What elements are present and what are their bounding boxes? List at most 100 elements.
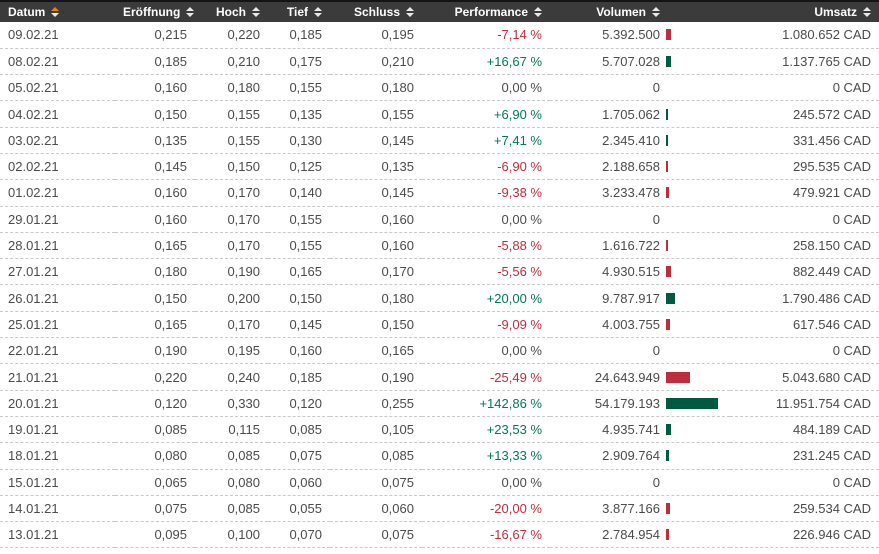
cell-hoch: 0,085 [195,443,268,469]
volume-bar [666,29,671,40]
column-header-schluss[interactable]: Schluss [330,1,422,22]
cell-umsatz: 484.189 CAD [730,416,879,442]
cell-performance: -5,56 % [422,259,550,285]
column-header-umsatz[interactable]: Umsatz [730,1,879,22]
column-header-volumen[interactable]: Volumen [550,1,730,22]
cell-volumen: 3.877.166 [550,495,730,521]
table-row: 21.01.21 0,220 0,240 0,185 0,190 -25,49 … [0,364,879,390]
volume-bar-track [666,109,722,120]
cell-umsatz: 0 CAD [730,206,879,232]
volume-bar-track [666,187,722,198]
cell-hoch: 0,330 [195,390,268,416]
cell-eroeffnung: 0,185 [115,48,195,74]
volume-bar-track [666,214,722,225]
cell-schluss: 0,060 [330,495,422,521]
cell-eroeffnung: 0,145 [115,153,195,179]
cell-tief: 0,085 [268,416,330,442]
volume-bar-track [666,266,722,277]
column-header-label: Datum [8,5,45,19]
volume-bar [666,450,669,461]
cell-tief: 0,120 [268,390,330,416]
volume-bar [666,161,668,172]
table-row: 13.01.21 0,095 0,100 0,070 0,075 -16,67 … [0,522,879,548]
volume-value: 5.392.500 [558,27,660,42]
cell-tief: 0,155 [268,206,330,232]
table-row: 01.02.21 0,160 0,170 0,140 0,145 -9,38 %… [0,180,879,206]
column-header-eroeffnung[interactable]: Eröffnung [115,1,195,22]
volume-value: 2.784.954 [558,527,660,542]
cell-hoch: 0,220 [195,22,268,48]
volume-value: 0 [558,80,660,95]
volume-bar [666,109,668,120]
cell-datum: 18.01.21 [0,443,115,469]
volume-value: 9.787.917 [558,291,660,306]
cell-hoch: 0,190 [195,259,268,285]
cell-schluss: 0,145 [330,180,422,206]
volume-bar-track [666,503,722,514]
cell-volumen: 0 [550,206,730,232]
cell-performance: +23,53 % [422,416,550,442]
cell-performance: -20,00 % [422,495,550,521]
volume-bar [666,293,675,304]
volume-value: 0 [558,343,660,358]
volume-bar-track [666,293,722,304]
cell-volumen: 5.707.028 [550,48,730,74]
cell-tief: 0,130 [268,127,330,153]
volume-bar-track [666,450,722,461]
cell-performance: +7,41 % [422,127,550,153]
cell-performance: 0,00 % [422,469,550,495]
sort-icon [314,7,322,17]
volume-value: 3.233.478 [558,185,660,200]
cell-performance: -16,67 % [422,522,550,548]
column-header-tief[interactable]: Tief [268,1,330,22]
cell-hoch: 0,100 [195,522,268,548]
column-header-label: Umsatz [814,5,857,19]
cell-datum: 29.01.21 [0,206,115,232]
cell-schluss: 0,190 [330,364,422,390]
cell-umsatz: 331.456 CAD [730,127,879,153]
cell-datum: 19.01.21 [0,416,115,442]
cell-eroeffnung: 0,215 [115,22,195,48]
cell-performance: +20,00 % [422,285,550,311]
volume-value: 4.003.755 [558,317,660,332]
table-row: 28.01.21 0,165 0,170 0,155 0,160 -5,88 %… [0,232,879,258]
cell-eroeffnung: 0,165 [115,311,195,337]
cell-datum: 01.02.21 [0,180,115,206]
volume-value: 4.935.741 [558,422,660,437]
volume-bar-track [666,398,722,409]
cell-schluss: 0,160 [330,232,422,258]
cell-tief: 0,185 [268,22,330,48]
cell-volumen: 3.233.478 [550,180,730,206]
sort-icon [252,7,260,17]
cell-datum: 21.01.21 [0,364,115,390]
volume-value: 0 [558,212,660,227]
volume-bar-track [666,135,722,146]
table-row: 02.02.21 0,145 0,150 0,125 0,135 -6,90 %… [0,153,879,179]
column-header-label: Volumen [596,5,646,19]
cell-umsatz: 1.080.652 CAD [730,22,879,48]
column-header-datum[interactable]: Datum [0,1,115,22]
volume-bar [666,529,669,540]
cell-datum: 04.02.21 [0,101,115,127]
cell-tief: 0,125 [268,153,330,179]
sort-icon [534,7,542,17]
cell-tief: 0,155 [268,232,330,258]
volume-bar-track [666,345,722,356]
column-header-hoch[interactable]: Hoch [195,1,268,22]
cell-datum: 09.02.21 [0,22,115,48]
column-header-performance[interactable]: Performance [422,1,550,22]
cell-performance: -9,09 % [422,311,550,337]
cell-volumen: 1.705.062 [550,101,730,127]
cell-volumen: 5.392.500 [550,22,730,48]
cell-umsatz: 617.546 CAD [730,311,879,337]
cell-tief: 0,150 [268,285,330,311]
cell-datum: 22.01.21 [0,338,115,364]
cell-performance: -25,49 % [422,364,550,390]
cell-tief: 0,060 [268,469,330,495]
cell-datum: 26.01.21 [0,285,115,311]
cell-umsatz: 0 CAD [730,469,879,495]
cell-performance: 0,00 % [422,338,550,364]
table-row: 19.01.21 0,085 0,115 0,085 0,105 +23,53 … [0,416,879,442]
cell-eroeffnung: 0,120 [115,390,195,416]
volume-value: 2.188.658 [558,159,660,174]
